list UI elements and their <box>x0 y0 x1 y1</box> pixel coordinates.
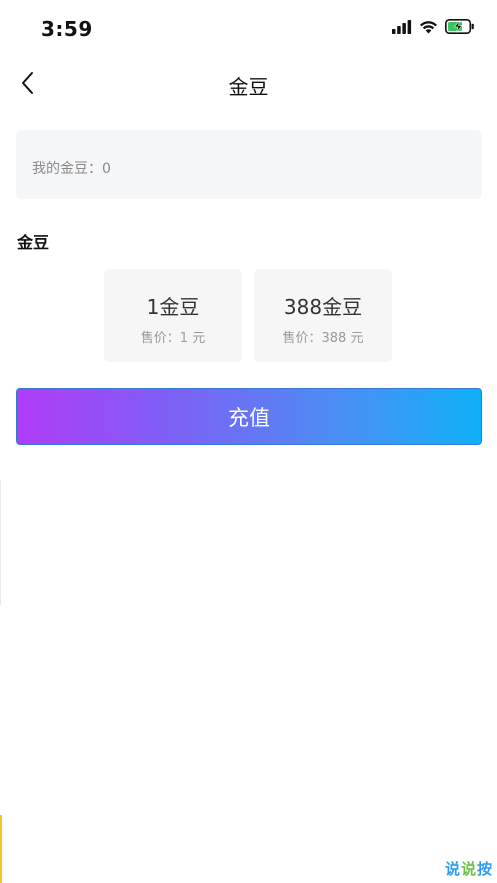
watermark: 说说按 <box>445 858 493 879</box>
section-title: 金豆 <box>17 233 50 252</box>
watermark-char: 按 <box>476 860 493 878</box>
edge-accent <box>0 815 2 883</box>
battery-charging-icon <box>445 19 475 38</box>
edge-divider <box>0 480 1 605</box>
package-price: 售价：1 元 <box>140 331 206 346</box>
wifi-icon <box>419 19 438 38</box>
watermark-char: 说 <box>460 860 477 878</box>
balance-text: 我的金豆：0 <box>32 161 111 177</box>
balance-card: 我的金豆：0 <box>16 130 482 199</box>
cellular-signal-icon <box>392 19 412 38</box>
status-time: 3:59 <box>41 17 93 41</box>
package-price: 售价：388 元 <box>282 331 364 346</box>
package-amount: 388金豆 <box>283 295 363 319</box>
package-option-1[interactable]: 1金豆 售价：1 元 <box>104 269 242 362</box>
recharge-button[interactable]: 充值 <box>16 388 482 445</box>
status-bar: 3:59 <box>0 0 497 60</box>
package-option-388[interactable]: 388金豆 售价：388 元 <box>254 269 392 362</box>
status-icons <box>392 19 475 38</box>
package-amount: 1金豆 <box>146 295 200 319</box>
page-title: 金豆 <box>228 75 269 99</box>
nav-bar: 金豆 <box>0 60 497 110</box>
watermark-char: 说 <box>444 860 461 878</box>
